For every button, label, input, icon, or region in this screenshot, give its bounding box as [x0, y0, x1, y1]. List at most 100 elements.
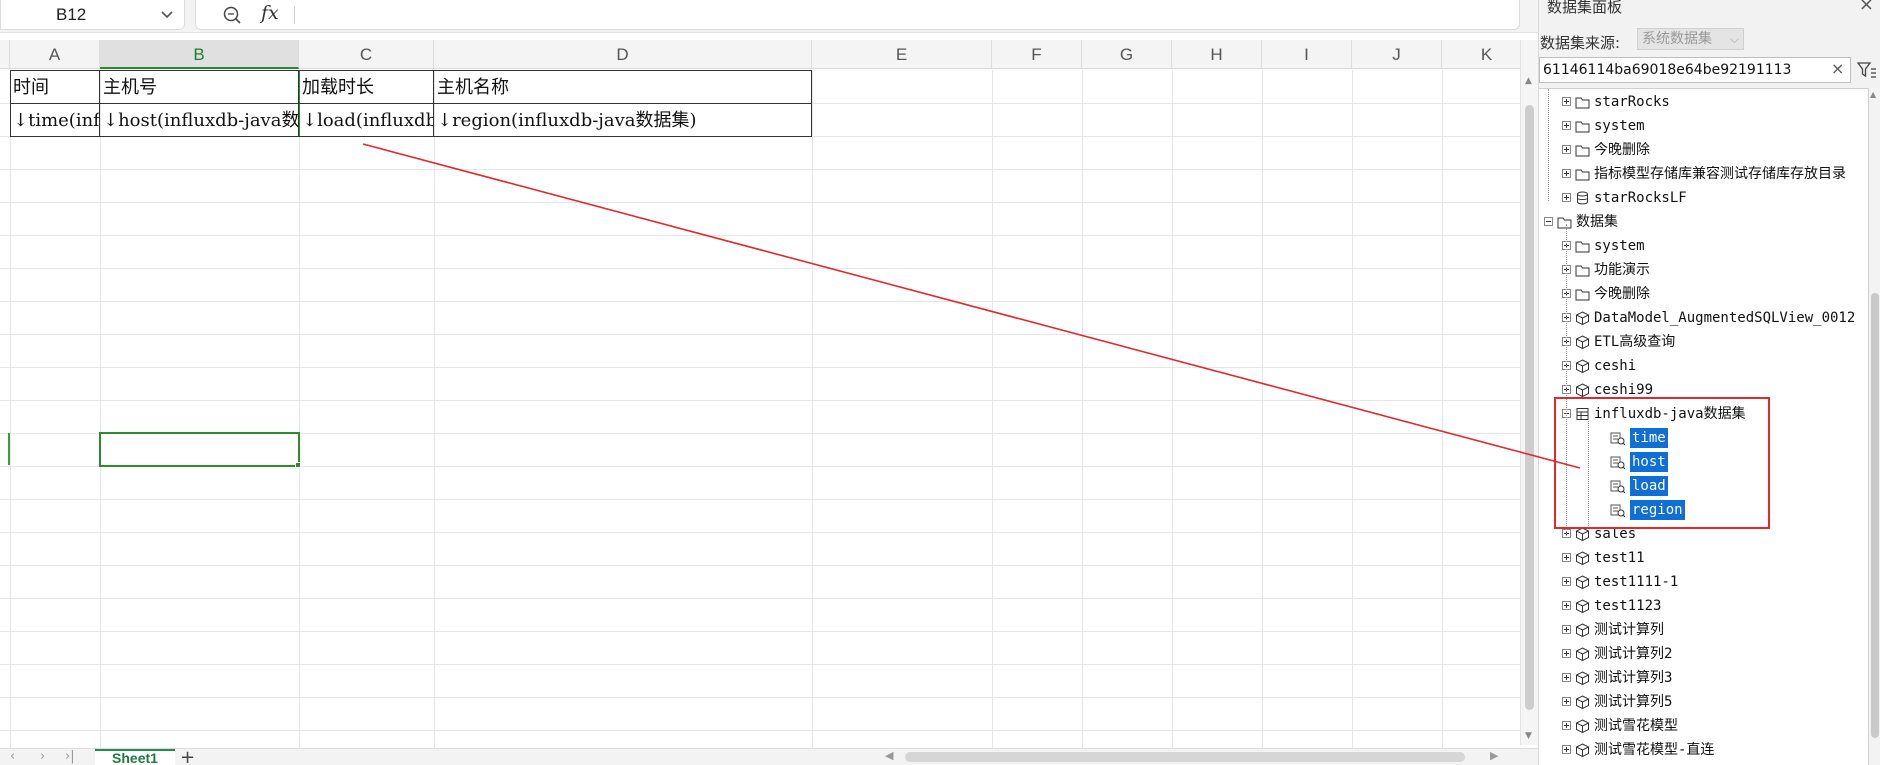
- formula-input[interactable]: fx: [195, 0, 1520, 30]
- add-sheet-button[interactable]: +: [180, 747, 195, 765]
- expand-icon[interactable]: [1562, 577, 1571, 586]
- expand-icon[interactable]: [1562, 697, 1571, 706]
- fx-icon[interactable]: fx: [261, 2, 279, 24]
- tree-item[interactable]: 指标模型存储库兼容测试存储库存放目录: [1562, 164, 1868, 184]
- source-select[interactable]: 系统数据集 ⌵: [1637, 28, 1744, 50]
- tree-item[interactable]: 测试计算列: [1562, 620, 1868, 640]
- tree-item-label: 测试计算列5: [1594, 694, 1673, 710]
- cube-icon: [1576, 551, 1589, 565]
- tree-scrollbar[interactable]: ▲: [1869, 88, 1880, 765]
- cell-c1[interactable]: 加载时长: [299, 70, 434, 103]
- chevron-left-icon[interactable]: ‹: [10, 749, 15, 764]
- expand-icon[interactable]: [1562, 553, 1571, 562]
- last-sheet-icon[interactable]: ›|: [65, 749, 75, 764]
- column-header-h[interactable]: H: [1172, 40, 1262, 69]
- cell-b1[interactable]: 主机号: [100, 70, 299, 103]
- cube-icon: [1576, 623, 1589, 637]
- column-header-j[interactable]: J: [1352, 40, 1442, 69]
- tree-item[interactable]: 测试计算列2: [1562, 644, 1868, 664]
- zoom-icon[interactable]: [221, 4, 243, 26]
- tree-item[interactable]: DataModel_AugmentedSQLView_0012: [1562, 308, 1868, 328]
- grid-vertical-scrollbar[interactable]: ▲ ▼: [1520, 40, 1538, 745]
- expand-icon[interactable]: [1562, 673, 1571, 682]
- close-icon[interactable]: ×: [1859, 0, 1874, 15]
- tree-item[interactable]: 功能演示: [1562, 260, 1868, 280]
- tree-item-label: ceshi: [1594, 358, 1637, 374]
- tree-scroll-thumb[interactable]: [1871, 293, 1879, 738]
- tree-item[interactable]: 今晚删除: [1562, 140, 1868, 160]
- expand-icon[interactable]: [1562, 649, 1571, 658]
- tree-item[interactable]: 测试雪花模型: [1562, 716, 1868, 736]
- name-box-value: B12: [56, 5, 87, 24]
- tree-item[interactable]: test1111-1: [1562, 572, 1868, 592]
- tree-item[interactable]: ceshi: [1562, 356, 1868, 376]
- spreadsheet-grid[interactable]: A B C D E F G H I J K 时间 主机号 加载时长 主机名称 ↓…: [0, 40, 1520, 750]
- expand-icon[interactable]: [1562, 601, 1571, 610]
- tree-item[interactable]: ETL高级查询: [1562, 332, 1868, 352]
- tree-item[interactable]: 测试雪花模型-直连: [1562, 740, 1868, 760]
- clear-search-icon[interactable]: ×: [1831, 59, 1844, 78]
- tree-item[interactable]: 测试计算列3: [1562, 668, 1868, 688]
- tree-item-label: 测试计算列: [1594, 622, 1664, 638]
- tree-item[interactable]: system: [1562, 236, 1868, 256]
- expand-icon[interactable]: [1562, 121, 1571, 130]
- name-box[interactable]: B12: [0, 0, 185, 30]
- folder-icon: [1575, 265, 1590, 277]
- tree-item[interactable]: 测试计算列5: [1562, 692, 1868, 712]
- cell-a2[interactable]: ↓time(influxdb-java数据集): [10, 103, 100, 136]
- expand-icon[interactable]: [1562, 145, 1571, 154]
- folder-icon: [1575, 97, 1590, 109]
- sheet-tab-bar: ‹ › ›| Sheet1 + ◀ ▶: [0, 747, 1540, 765]
- tree-item[interactable]: starRocksLF: [1562, 188, 1868, 208]
- cell-d2[interactable]: ↓region(influxdb-java数据集): [434, 103, 812, 136]
- corner-cell[interactable]: [0, 40, 10, 69]
- grid-body[interactable]: 时间 主机号 加载时长 主机名称 ↓time(influxdb-java数据集)…: [0, 70, 1520, 750]
- expand-icon[interactable]: [1562, 625, 1571, 634]
- expand-icon[interactable]: [1562, 721, 1571, 730]
- tree-item[interactable]: system: [1562, 116, 1868, 136]
- scroll-down-icon[interactable]: ▼: [1525, 731, 1532, 741]
- expand-icon[interactable]: [1562, 169, 1571, 178]
- tree-item[interactable]: 数据集: [1544, 212, 1868, 232]
- column-header-k[interactable]: K: [1442, 40, 1520, 69]
- tree-item[interactable]: test11: [1562, 548, 1868, 568]
- column-header-i[interactable]: I: [1262, 40, 1352, 69]
- tree-scroll-up-icon[interactable]: ▲: [1870, 90, 1876, 99]
- selected-cell[interactable]: [99, 432, 300, 467]
- column-header-a[interactable]: A: [10, 40, 100, 69]
- formula-divider: [294, 6, 295, 24]
- column-header-g[interactable]: G: [1082, 40, 1172, 69]
- fill-handle[interactable]: [295, 462, 301, 468]
- collapse-icon[interactable]: [1544, 217, 1553, 226]
- scroll-up-icon[interactable]: ▲: [1525, 76, 1532, 86]
- scroll-thumb[interactable]: [1525, 105, 1534, 710]
- cell-a1[interactable]: 时间: [10, 70, 100, 103]
- column-header-b[interactable]: B: [100, 40, 299, 69]
- chevron-right-icon[interactable]: ›: [40, 749, 45, 764]
- horizontal-scroll-thumb[interactable]: [905, 752, 1465, 762]
- filter-icon[interactable]: [1857, 61, 1877, 79]
- expand-icon[interactable]: [1562, 193, 1571, 202]
- search-input[interactable]: 61146114ba69018e64be92191113: [1539, 57, 1851, 83]
- tree-item[interactable]: test1123: [1562, 596, 1868, 616]
- column-header-e[interactable]: E: [812, 40, 992, 69]
- cell-d1[interactable]: 主机名称: [434, 70, 812, 103]
- cube-icon: [1576, 383, 1589, 397]
- column-header-d[interactable]: D: [434, 40, 812, 69]
- expand-icon[interactable]: [1562, 745, 1571, 754]
- column-header-c[interactable]: C: [299, 40, 434, 69]
- expand-icon[interactable]: [1562, 97, 1571, 106]
- annotation-highlight-box: [1554, 397, 1770, 529]
- scroll-left-icon[interactable]: ◀: [885, 749, 893, 762]
- chevron-down-icon[interactable]: [158, 5, 176, 23]
- sheet-tab-sheet1[interactable]: Sheet1: [95, 749, 175, 765]
- dataset-panel: 数据集面板 × 数据集来源: 系统数据集 ⌵ 61146114ba69018e6…: [1538, 0, 1880, 765]
- column-header-f[interactable]: F: [992, 40, 1082, 69]
- tree-item-label: 测试计算列2: [1594, 646, 1673, 662]
- tree-item[interactable]: starRocks: [1562, 92, 1868, 112]
- cell-c2[interactable]: ↓load(influxdb-java数据集): [299, 103, 434, 136]
- cell-b2[interactable]: ↓host(influxdb-java数据集): [100, 103, 299, 136]
- tree-item[interactable]: 今晚删除: [1562, 284, 1868, 304]
- scroll-right-icon[interactable]: ▶: [1490, 749, 1498, 762]
- cube-icon: [1576, 599, 1589, 613]
